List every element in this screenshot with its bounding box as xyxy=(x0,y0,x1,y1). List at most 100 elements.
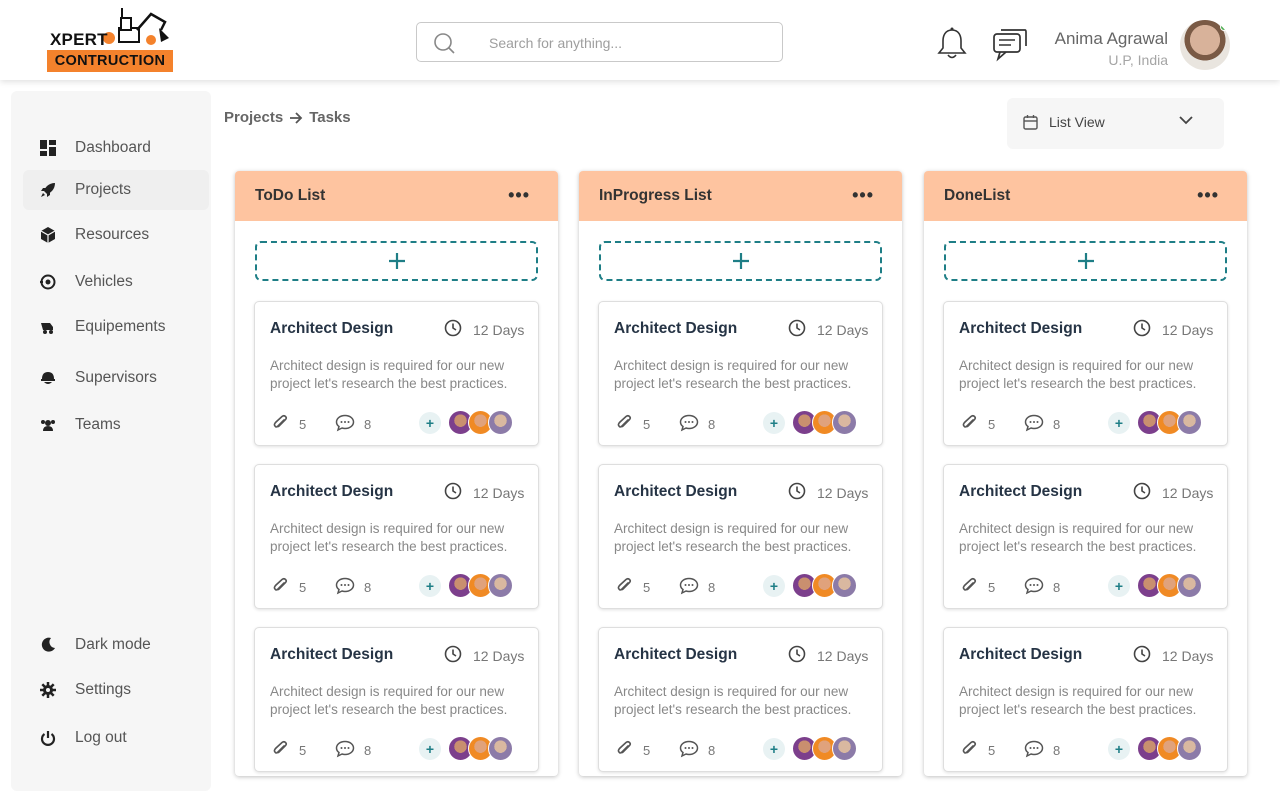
task-description: Architect design is required for our new… xyxy=(959,521,1197,554)
member-avatar[interactable] xyxy=(488,573,513,598)
power-icon xyxy=(39,730,56,747)
comment-icon[interactable] xyxy=(335,740,355,763)
task-card[interactable]: Architect Design 12 Days Architect design … xyxy=(943,464,1228,609)
add-task-button[interactable] xyxy=(255,241,538,281)
comment-icon[interactable] xyxy=(1024,414,1044,437)
add-member-button[interactable]: + xyxy=(763,412,785,434)
more-icon[interactable]: ••• xyxy=(508,185,530,206)
clock-icon xyxy=(444,319,462,342)
paperclip-icon[interactable] xyxy=(960,577,978,600)
comment-icon[interactable] xyxy=(679,414,699,437)
member-avatar[interactable] xyxy=(1177,573,1202,598)
comment-count: 8 xyxy=(364,743,372,758)
task-description: Architect design is required for our new… xyxy=(614,684,852,717)
kanban-column: InProgress List ••• Architect Design 12 Day… xyxy=(579,171,902,776)
member-avatar[interactable] xyxy=(832,573,857,598)
add-task-button[interactable] xyxy=(944,241,1227,281)
sidebar-item-projects[interactable]: Projects xyxy=(23,170,209,210)
sidebar-item-label: Dark mode xyxy=(75,636,151,653)
clock-icon xyxy=(1133,645,1151,668)
attachment-count: 5 xyxy=(988,417,996,432)
member-avatar[interactable] xyxy=(1177,736,1202,761)
vehicle-icon xyxy=(39,274,56,291)
sidebar-item-teams[interactable]: Teams xyxy=(23,405,209,445)
add-member-button[interactable]: + xyxy=(1108,575,1130,597)
sidebar-item-settings[interactable]: Settings xyxy=(23,670,209,710)
sidebar-item-resources[interactable]: Resources xyxy=(23,215,209,255)
search-bar[interactable] xyxy=(416,22,783,62)
equipment-icon xyxy=(39,319,56,336)
task-description: Architect design is required for our new… xyxy=(614,358,852,391)
view-select[interactable]: List View xyxy=(1007,98,1224,149)
task-card[interactable]: Architect Design 12 Days Architect design … xyxy=(598,627,883,772)
sidebar-item-dashboard[interactable]: Dashboard xyxy=(23,128,209,168)
task-title: Architect Design xyxy=(959,320,1083,337)
task-card[interactable]: Architect Design 12 Days Architect design … xyxy=(598,464,883,609)
chat-icon[interactable] xyxy=(992,28,1028,62)
task-duration: 12 Days xyxy=(817,485,869,501)
add-member-button[interactable]: + xyxy=(763,738,785,760)
column-header: InProgress List ••• xyxy=(579,171,902,221)
search-input[interactable] xyxy=(489,32,759,54)
member-avatar[interactable] xyxy=(488,410,513,435)
paperclip-icon[interactable] xyxy=(960,414,978,437)
rocket-icon xyxy=(39,182,56,199)
member-avatar[interactable] xyxy=(832,410,857,435)
sidebar-item-equipements[interactable]: Equipements xyxy=(23,307,209,347)
comment-icon[interactable] xyxy=(679,577,699,600)
paperclip-icon[interactable] xyxy=(271,740,289,763)
sidebar-item-logout[interactable]: Log out xyxy=(23,718,209,758)
task-card[interactable]: Architect Design 12 Days Architect design … xyxy=(254,464,539,609)
task-card[interactable]: Architect Design 12 Days Architect design … xyxy=(943,627,1228,772)
more-icon[interactable]: ••• xyxy=(1197,185,1219,206)
avatar[interactable] xyxy=(1180,20,1230,70)
task-duration: 12 Days xyxy=(1162,485,1214,501)
paperclip-icon[interactable] xyxy=(615,740,633,763)
sidebar-item-vehicles[interactable]: Vehicles xyxy=(23,262,209,302)
column-title: InProgress List xyxy=(599,187,712,204)
column-header: DoneList ••• xyxy=(924,171,1247,221)
kanban-column: ToDo List ••• Architect Design 12 Days Archi… xyxy=(235,171,558,776)
sidebar-item-label: Projects xyxy=(75,181,131,198)
member-avatar[interactable] xyxy=(832,736,857,761)
task-card[interactable]: Architect Design 12 Days Architect design … xyxy=(943,301,1228,446)
paperclip-icon[interactable] xyxy=(960,740,978,763)
add-member-button[interactable]: + xyxy=(419,412,441,434)
paperclip-icon[interactable] xyxy=(615,414,633,437)
member-avatar[interactable] xyxy=(488,736,513,761)
comment-icon[interactable] xyxy=(1024,577,1044,600)
add-member-button[interactable]: + xyxy=(763,575,785,597)
more-icon[interactable]: ••• xyxy=(852,185,874,206)
paperclip-icon[interactable] xyxy=(615,577,633,600)
logo-text-top: XPERT xyxy=(50,30,108,49)
sidebar-item-label: Equipements xyxy=(75,318,166,335)
task-card[interactable]: Architect Design 12 Days Architect design … xyxy=(254,627,539,772)
comment-icon[interactable] xyxy=(335,577,355,600)
paperclip-icon[interactable] xyxy=(271,577,289,600)
comment-icon[interactable] xyxy=(335,414,355,437)
attachment-count: 5 xyxy=(299,417,307,432)
add-member-button[interactable]: + xyxy=(1108,738,1130,760)
sidebar-item-label: Log out xyxy=(75,729,127,746)
comment-icon[interactable] xyxy=(1024,740,1044,763)
task-card[interactable]: Architect Design 12 Days Architect design … xyxy=(254,301,539,446)
view-select-value: List View xyxy=(1049,114,1105,130)
sidebar-item-label: Settings xyxy=(75,681,132,698)
paperclip-icon[interactable] xyxy=(271,414,289,437)
add-member-button[interactable]: + xyxy=(419,575,441,597)
member-avatar[interactable] xyxy=(1177,410,1202,435)
comment-icon[interactable] xyxy=(679,740,699,763)
column-header: ToDo List ••• xyxy=(235,171,558,221)
add-member-button[interactable]: + xyxy=(1108,412,1130,434)
task-card[interactable]: Architect Design 12 Days Architect design … xyxy=(598,301,883,446)
sidebar-item-supervisors[interactable]: Supervisors xyxy=(23,358,209,398)
sidebar-item-dark-mode[interactable]: Dark mode xyxy=(23,625,209,665)
breadcrumb-projects[interactable]: Projects xyxy=(224,109,283,126)
bell-icon[interactable] xyxy=(936,26,968,60)
add-member-button[interactable]: + xyxy=(419,738,441,760)
comment-count: 8 xyxy=(708,580,716,595)
moon-icon xyxy=(39,637,56,654)
add-task-button[interactable] xyxy=(599,241,882,281)
task-title: Architect Design xyxy=(614,320,738,337)
brand-logo[interactable]: XPERT CONTRUCTION xyxy=(47,8,177,74)
